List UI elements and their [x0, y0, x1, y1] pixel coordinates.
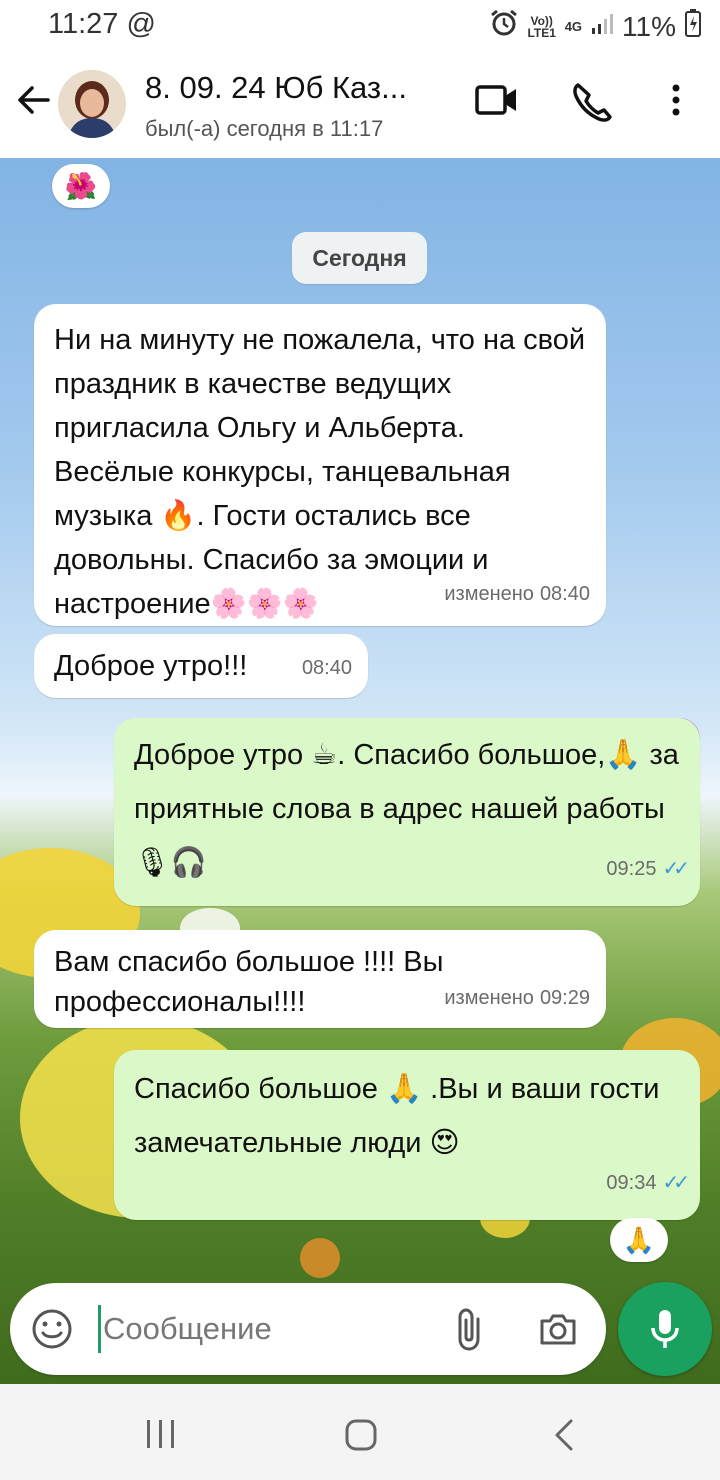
message-composer [10, 1283, 606, 1375]
message-meta: 09:25 ✓✓ [606, 842, 689, 896]
back-arrow-icon[interactable] [14, 80, 54, 120]
message-outgoing[interactable]: Спасибо большое 🙏 .Вы и ваши гости замеч… [114, 1050, 700, 1220]
status-icons: Vo)) LTE1 4G 11% [489, 8, 702, 45]
read-ticks-icon: ✓✓ [662, 858, 689, 880]
message-incoming[interactable]: Вам спасибо большое !!!! Вы профессионал… [34, 930, 606, 1028]
message-time: 09:29 [539, 987, 590, 1009]
home-icon[interactable] [344, 1418, 378, 1457]
emoji-icon[interactable] [30, 1307, 74, 1356]
reaction-badge[interactable]: 🙏 [610, 1218, 668, 1262]
message-time: 09:34 [606, 1172, 657, 1194]
message-meta: изменено 09:29 [444, 978, 590, 1018]
alarm-icon [489, 8, 519, 45]
message-incoming[interactable]: Доброе утро!!! 08:40 [34, 634, 368, 698]
attach-icon[interactable] [450, 1305, 490, 1358]
message-text: Вам спасибо большое !!!! Вы профессионал… [54, 946, 444, 1018]
nav-back-icon[interactable] [552, 1418, 576, 1457]
message-input[interactable] [98, 1305, 428, 1353]
recent-apps-icon[interactable] [144, 1418, 178, 1455]
system-nav-bar [0, 1384, 720, 1480]
message-text: Доброе утро ☕. Спасибо большое,🙏 за прия… [134, 739, 679, 879]
edited-label: изменено [444, 583, 534, 605]
reaction-badge[interactable]: 🌺 [52, 164, 110, 208]
phone-icon[interactable] [570, 80, 614, 129]
message-text: Доброе утро!!! [54, 650, 248, 682]
message-text: Спасибо большое 🙏 .Вы и ваши гости замеч… [134, 1073, 660, 1159]
video-call-icon[interactable] [474, 80, 520, 125]
read-ticks-icon: ✓✓ [662, 1172, 689, 1194]
status-time: 11:27 @ [48, 8, 156, 40]
battery-icon [684, 8, 702, 45]
message-meta: 09:34 ✓✓ [606, 1156, 689, 1210]
avatar[interactable] [58, 70, 126, 138]
message-meta: изменено 08:40 [444, 572, 590, 616]
message-outgoing[interactable]: Доброе утро ☕. Спасибо большое,🙏 за прия… [114, 718, 700, 906]
voice-record-button[interactable] [618, 1282, 712, 1376]
last-seen-status: был(-а) сегодня в 11:17 [145, 116, 384, 141]
camera-icon[interactable] [536, 1307, 580, 1356]
edited-label: изменено [444, 987, 534, 1009]
more-vert-icon[interactable] [664, 80, 688, 125]
network-type: 4G [564, 18, 583, 34]
date-chip: Сегодня [292, 232, 427, 284]
volte-indicator: Vo)) LTE1 [527, 13, 556, 40]
message-time: 08:40 [301, 657, 352, 679]
signal-icon [590, 11, 614, 43]
message-time: 08:40 [539, 583, 590, 605]
chat-title[interactable]: 8. 09. 24 Юб Каз... [145, 70, 407, 106]
microphone-icon [651, 1310, 679, 1348]
message-meta: 08:40 [302, 646, 352, 690]
message-time: 09:25 [606, 858, 657, 880]
chat-header: 8. 09. 24 Юб Каз... был(-а) сегодня в 11… [0, 50, 720, 158]
battery-percent: 11% [622, 10, 676, 42]
status-bar: 11:27 @ Vo)) LTE1 4G 11% [0, 0, 720, 50]
message-incoming[interactable]: Ни на минуту не пожалела, что на свой пр… [34, 304, 606, 626]
